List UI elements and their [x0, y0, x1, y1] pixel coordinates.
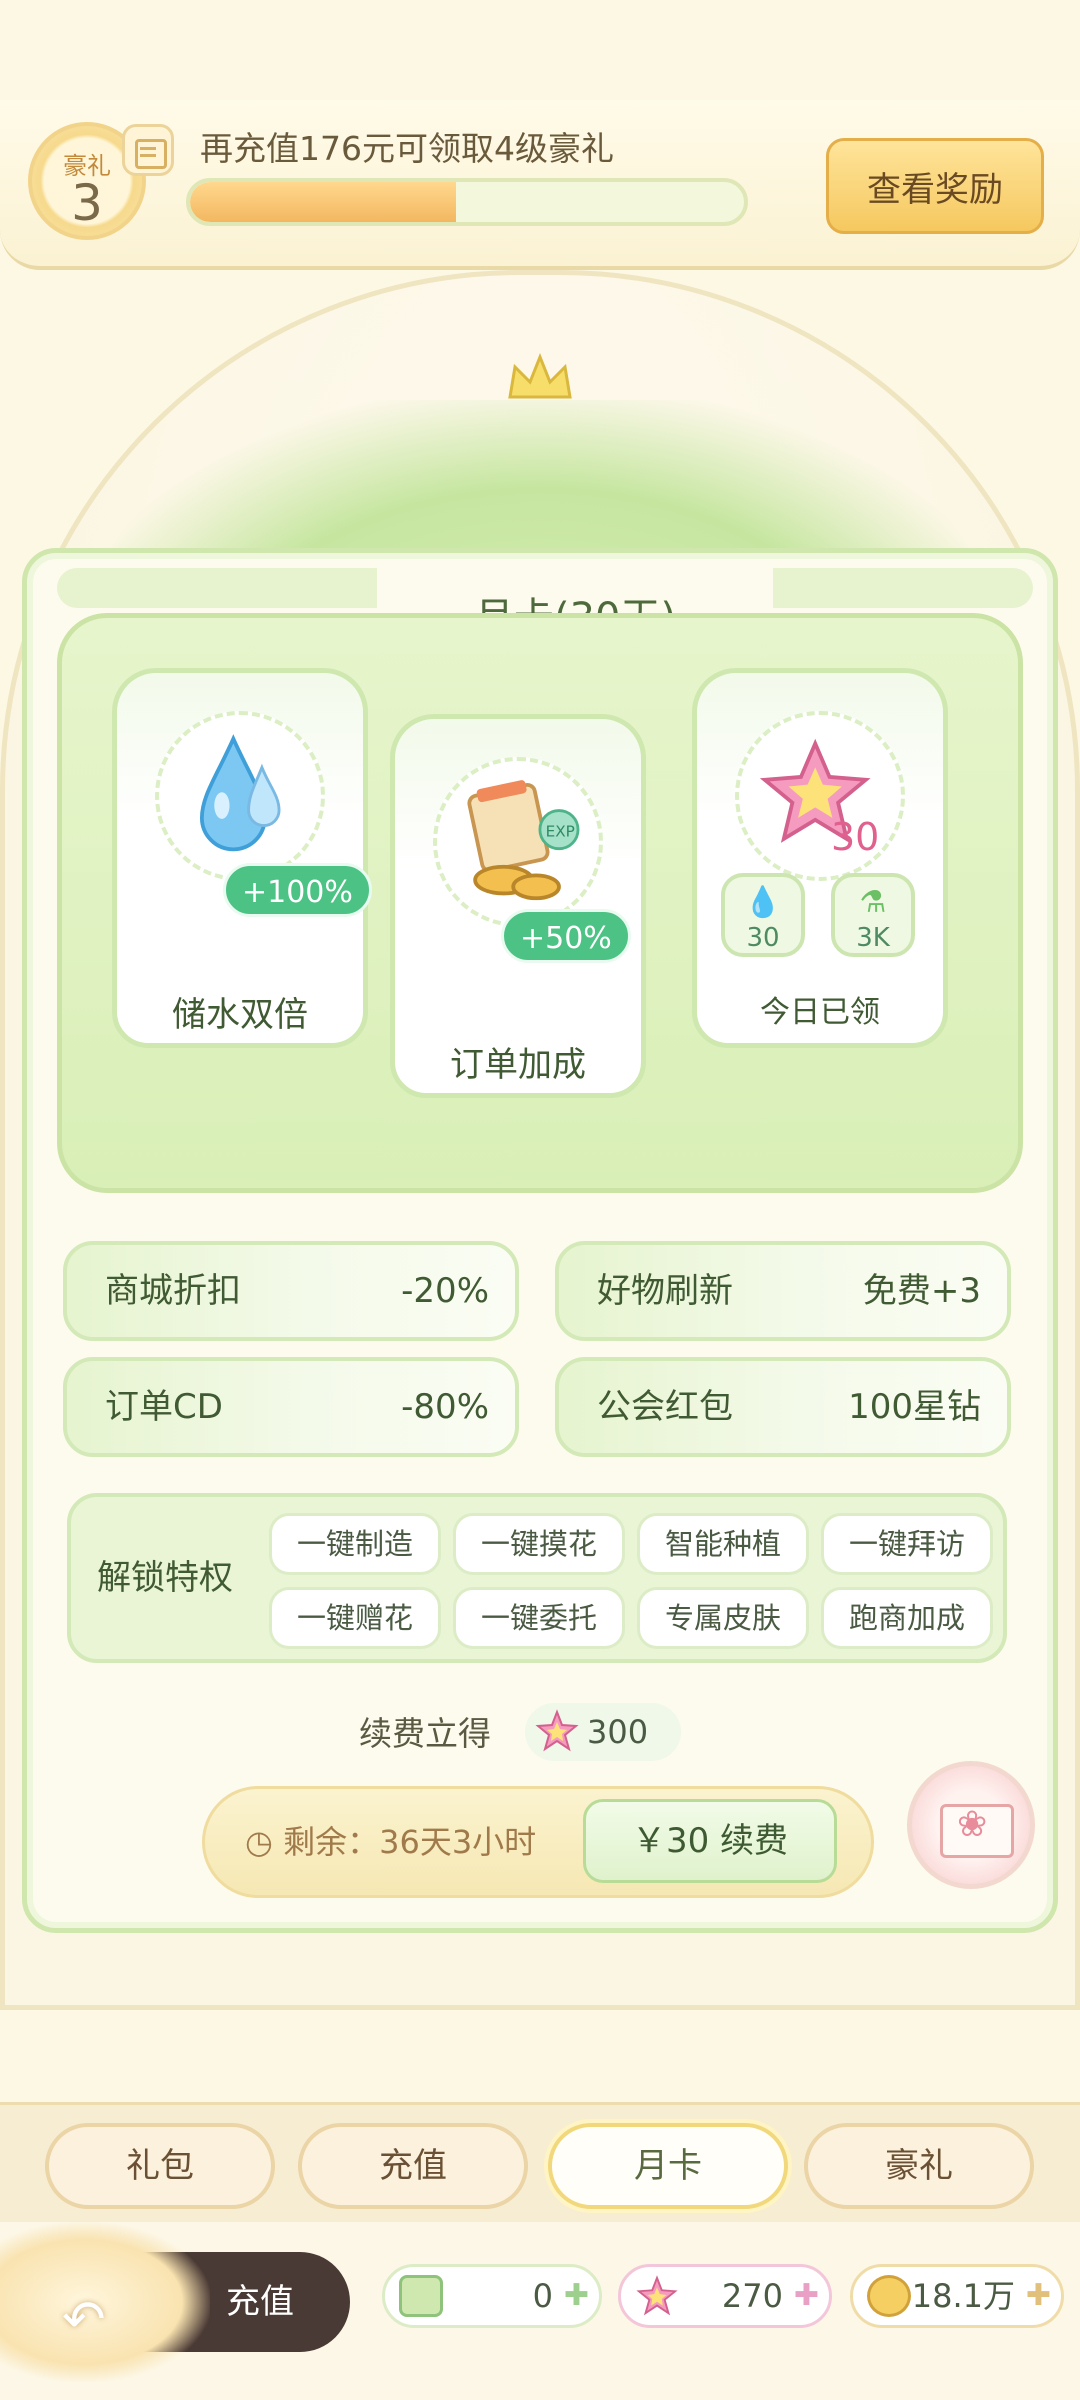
recharge-button[interactable]: ↶ 充值 — [0, 2222, 350, 2382]
cash-icon — [399, 2275, 443, 2317]
renew-bonus: 续费立得 300 — [27, 1703, 1053, 1763]
star-amount: 30 — [831, 815, 880, 859]
star-gem-icon — [636, 2275, 678, 2316]
bottom-bar: ↶ 充值 0 ✚ 270 ✚ 18.1万 ✚ — [0, 2222, 1080, 2400]
remaining-time: ◷ 剩余：36天3小时 — [245, 1823, 537, 1861]
recharge-label: 充值 — [226, 2282, 294, 2322]
mini-reward-potion: ⚗ 3K — [831, 873, 915, 957]
stat-key: 订单CD — [105, 1387, 223, 1427]
calendar-icon[interactable] — [122, 124, 174, 176]
envelope-icon[interactable] — [907, 1761, 1035, 1889]
benefit-showcase: +100% 储水双倍 EXP +50% 订单加成 30 💧 30 ⚗ 3K 今日… — [57, 613, 1023, 1193]
water-drop-icon — [199, 734, 281, 852]
benefit-tag: +100% — [223, 863, 372, 917]
tab-bar: 礼包 充值 月卡 豪礼 — [0, 2102, 1080, 2222]
privilege-chip[interactable]: 一键制造 — [269, 1513, 441, 1575]
remaining-time-bar: ◷ 剩余：36天3小时 ￥30 续费 — [202, 1786, 874, 1898]
add-icon[interactable]: ✚ — [1026, 2267, 1051, 2325]
currency-value: 270 — [721, 2277, 783, 2315]
mini-reward-value: 30 — [746, 923, 780, 953]
gold-coin-icon — [867, 2275, 911, 2317]
stat-key: 好物刷新 — [597, 1271, 733, 1311]
currency-cash[interactable]: 0 ✚ — [382, 2264, 602, 2328]
view-rewards-button[interactable]: 查看奖励 — [826, 138, 1044, 234]
stat-key: 商城折扣 — [105, 1271, 241, 1311]
currency-star[interactable]: 270 ✚ — [618, 2264, 832, 2328]
privilege-chip[interactable]: 一键委托 — [453, 1587, 625, 1649]
vip-level-number: 3 — [71, 174, 103, 232]
stat-value: -80% — [401, 1387, 489, 1427]
add-icon[interactable]: ✚ — [794, 2267, 819, 2325]
benefit-label: 今日已领 — [760, 995, 880, 1030]
renew-amount: 300 — [587, 1713, 649, 1751]
unlock-privileges: 解锁特权 一键制造 一键摸花 智能种植 一键拜访 一键赠花 一键委托 专属皮肤 … — [67, 1493, 1007, 1663]
benefit-icon-frame: EXP — [433, 757, 603, 927]
benefit-icon-frame: 30 — [735, 711, 905, 881]
add-icon[interactable]: ✚ — [564, 2267, 589, 2325]
monthly-card-panel: 月卡(30天) +100% 储水双倍 — [22, 548, 1058, 1933]
renew-pay-button[interactable]: ￥30 续费 — [583, 1799, 837, 1883]
renew-amount-chip: 300 — [525, 1703, 681, 1761]
stat-value: -20% — [401, 1271, 489, 1311]
currency-value: 18.1万 — [911, 2277, 1015, 2315]
benefit-order-bonus[interactable]: EXP +50% 订单加成 — [390, 714, 646, 1098]
back-arrow-icon[interactable]: ↶ — [62, 2270, 106, 2370]
privilege-chip[interactable]: 智能种植 — [637, 1513, 809, 1575]
privilege-chip[interactable]: 一键拜访 — [821, 1513, 993, 1575]
renew-label: 续费立得 — [359, 1714, 491, 1753]
title-bar: 月卡(30天) — [57, 568, 1033, 668]
star-gem-icon — [535, 1709, 579, 1752]
vip-progress — [186, 178, 748, 226]
recharge-hint: 再充值176元可领取4级豪礼 — [200, 129, 614, 168]
benefit-daily-reward[interactable]: 30 💧 30 ⚗ 3K 今日已领 — [692, 668, 948, 1048]
mini-reward-water: 💧 30 — [721, 873, 805, 957]
vip-progress-bar: 豪礼 3 再充值176元可领取4级豪礼 查看奖励 — [0, 100, 1080, 270]
crown-icon — [508, 352, 572, 399]
benefit-tag: +50% — [501, 909, 631, 963]
benefit-label: 订单加成 — [450, 1045, 586, 1085]
stat-key: 公会红包 — [597, 1387, 733, 1427]
tab-gift-pack[interactable]: 礼包 — [45, 2123, 275, 2209]
privilege-chip[interactable]: 跑商加成 — [821, 1587, 993, 1649]
mini-reward-value: 3K — [856, 923, 890, 953]
privileges-label: 解锁特权 — [97, 1558, 233, 1598]
privilege-chip[interactable]: 专属皮肤 — [637, 1587, 809, 1649]
coin-order-icon: EXP — [467, 780, 580, 901]
benefit-label: 储水双倍 — [172, 995, 308, 1035]
vip-progress-fill — [190, 182, 456, 222]
stat-value: 免费+3 — [862, 1271, 981, 1311]
stat-order-cd: 订单CD -80% — [63, 1357, 519, 1457]
stat-value: 100星钻 — [848, 1387, 981, 1427]
privilege-chip[interactable]: 一键摸花 — [453, 1513, 625, 1575]
stat-guild-redpacket: 公会红包 100星钻 — [555, 1357, 1011, 1457]
water-drop-icon: 💧 — [744, 885, 782, 920]
tab-recharge[interactable]: 充值 — [298, 2123, 528, 2209]
tab-monthly-card[interactable]: 月卡 — [548, 2123, 788, 2209]
currency-value: 0 — [532, 2277, 553, 2315]
potion-icon: ⚗ — [859, 885, 887, 920]
currency-gold[interactable]: 18.1万 ✚ — [850, 2264, 1064, 2328]
benefit-water-double[interactable]: +100% 储水双倍 — [112, 668, 372, 1048]
benefit-icon-frame — [155, 711, 325, 881]
privilege-chip[interactable]: 一键赠花 — [269, 1587, 441, 1649]
svg-text:EXP: EXP — [546, 822, 575, 840]
stat-shop-discount: 商城折扣 -20% — [63, 1241, 519, 1341]
tab-luxury-gift[interactable]: 豪礼 — [804, 2123, 1034, 2209]
stat-refresh: 好物刷新 免费+3 — [555, 1241, 1011, 1341]
